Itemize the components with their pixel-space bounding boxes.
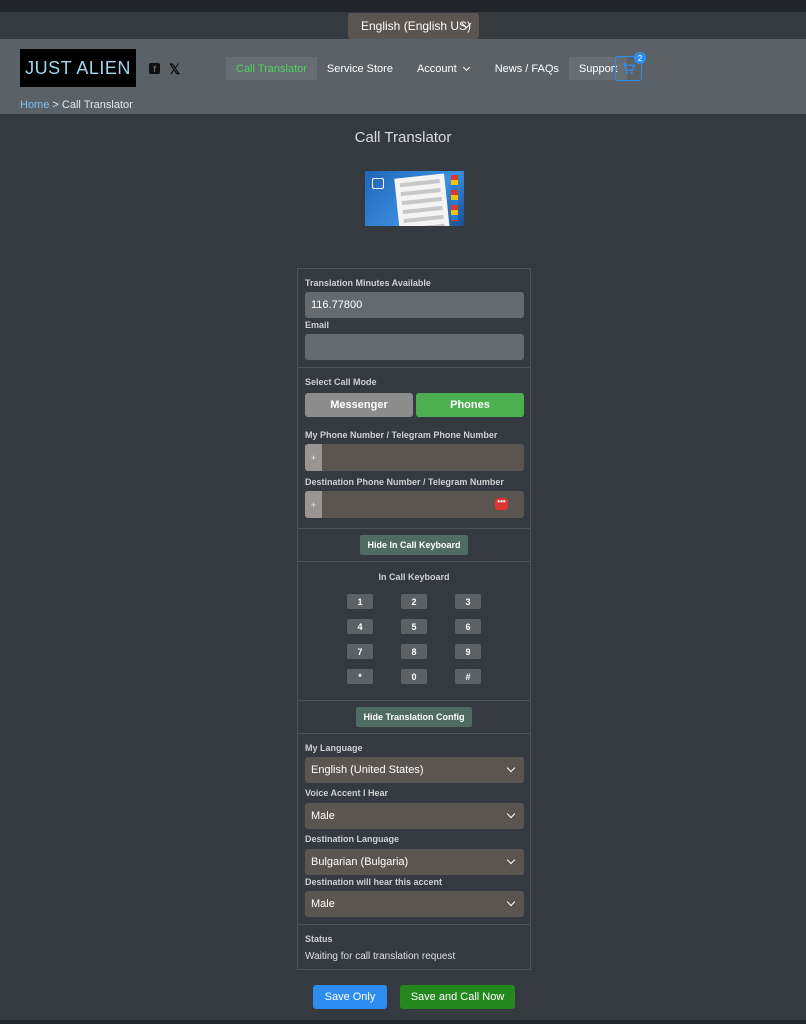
status-section: Status Waiting for call translation requ… — [298, 925, 530, 969]
breadcrumb: Home > Call Translator — [20, 99, 133, 111]
facebook-icon[interactable]: f — [149, 63, 160, 74]
key-9[interactable]: 9 — [455, 644, 481, 659]
nav-label: Account — [416, 62, 457, 75]
my-language-label: My Language — [305, 743, 363, 753]
nav-call-translator[interactable]: Call Translator — [226, 57, 317, 80]
dest-language-value: Bulgarian (Bulgaria) — [311, 856, 409, 868]
call-mode-section: Select Call Mode Messenger Phones My Pho… — [298, 368, 530, 529]
config-toggle-section: Hide Translation Config — [298, 701, 530, 734]
x-twitter-icon[interactable]: 𝕏 — [169, 61, 180, 78]
breadcrumb-current: Call Translator — [61, 99, 133, 111]
nav-label: Service Store — [326, 62, 393, 75]
chevron-down-icon — [506, 763, 516, 773]
key-4[interactable]: 4 — [347, 619, 373, 634]
key-7[interactable]: 7 — [347, 644, 373, 659]
nav-label: News / FAQs — [494, 62, 559, 75]
key-6[interactable]: 6 — [455, 619, 481, 634]
my-language-value: English (United States) — [311, 764, 424, 776]
save-only-button[interactable]: Save Only — [313, 985, 387, 1009]
translate-bubble-icon — [372, 178, 384, 189]
phone-prefix: + — [305, 444, 322, 471]
key-5[interactable]: 5 — [401, 619, 427, 634]
main-nav: Call Translator Service Store Account Ne… — [226, 57, 628, 80]
cart-icon — [622, 62, 635, 74]
chevron-down-icon — [506, 897, 516, 907]
translation-config: My Language English (United States) Voic… — [298, 734, 530, 925]
email-field[interactable] — [305, 334, 524, 360]
site-logo[interactable]: JUST ALIEN — [20, 49, 136, 87]
illustration-card — [394, 173, 450, 226]
phone-prefix: + — [305, 491, 322, 518]
dest-phone-input[interactable]: + ••• — [305, 491, 524, 518]
my-phone-label: My Phone Number / Telegram Phone Number — [305, 430, 498, 440]
dest-phone-label: Destination Phone Number / Telegram Numb… — [305, 477, 504, 487]
keyboard-title: In Call Keyboard — [378, 572, 450, 582]
breadcrumb-separator: > — [52, 99, 59, 111]
bottom-strip — [0, 1020, 806, 1024]
voice-accent-label: Voice Accent I Hear — [305, 788, 389, 798]
chevron-down-icon — [462, 63, 470, 71]
key-star[interactable]: * — [347, 669, 373, 684]
chevron-down-icon — [506, 809, 516, 819]
keyboard-toggle-section: Hide In Call Keyboard — [298, 529, 530, 562]
status-label: Status — [305, 934, 333, 944]
dest-accent-value: Male — [311, 898, 335, 910]
flags-strip — [451, 175, 458, 221]
top-strip — [0, 0, 806, 12]
dest-language-select[interactable]: Bulgarian (Bulgaria) — [305, 849, 524, 875]
hide-config-button[interactable]: Hide Translation Config — [356, 707, 472, 727]
key-3[interactable]: 3 — [455, 594, 481, 609]
nav-label: Call Translator — [236, 62, 307, 75]
call-translator-form: Translation Minutes Available 116.77800 … — [297, 268, 531, 970]
minutes-label: Translation Minutes Available — [305, 278, 431, 288]
email-label: Email — [305, 320, 330, 330]
key-2[interactable]: 2 — [401, 594, 427, 609]
key-0[interactable]: 0 — [401, 669, 427, 684]
chevron-down-icon — [506, 855, 516, 865]
dest-accent-select[interactable]: Male — [305, 891, 524, 917]
dest-accent-label: Destination will hear this accent — [305, 877, 443, 887]
voice-accent-value: Male — [311, 810, 335, 822]
minutes-field[interactable]: 116.77800 — [305, 292, 524, 318]
voice-accent-select[interactable]: Male — [305, 803, 524, 829]
site-language-select[interactable]: English (English US) — [348, 13, 479, 39]
my-language-select[interactable]: English (United States) — [305, 757, 524, 783]
nav-service-store[interactable]: Service Store — [317, 57, 403, 80]
my-phone-input[interactable]: + — [305, 444, 524, 471]
hide-keyboard-button[interactable]: Hide In Call Keyboard — [360, 535, 468, 555]
in-call-keyboard: In Call Keyboard 1 2 3 4 5 6 7 8 9 * 0 # — [298, 562, 530, 701]
key-1[interactable]: 1 — [347, 594, 373, 609]
cart-button[interactable]: 2 — [615, 52, 646, 81]
messenger-mode-button[interactable]: Messenger — [305, 393, 413, 417]
key-8[interactable]: 8 — [401, 644, 427, 659]
cart-count-badge: 2 — [634, 52, 646, 64]
phones-mode-button[interactable]: Phones — [416, 393, 524, 417]
key-hash[interactable]: # — [455, 669, 481, 684]
dest-language-label: Destination Language — [305, 834, 400, 844]
nav-label: Support — [578, 62, 618, 75]
password-manager-icon[interactable]: ••• — [495, 498, 508, 510]
site-header: JUST ALIEN f 𝕏 Call Translator Service S… — [0, 39, 806, 114]
save-and-call-button[interactable]: Save and Call Now — [400, 985, 515, 1009]
nav-news-faqs[interactable]: News / FAQs — [479, 57, 569, 80]
site-language-value: English (English US) — [361, 19, 472, 33]
page-title: Call Translator — [354, 129, 452, 146]
breadcrumb-home-link[interactable]: Home — [20, 99, 49, 111]
call-translator-illustration — [365, 171, 464, 226]
account-section: Translation Minutes Available 116.77800 … — [298, 269, 530, 368]
nav-account[interactable]: Account — [403, 57, 479, 80]
status-value: Waiting for call translation request — [305, 951, 456, 962]
call-mode-label: Select Call Mode — [305, 377, 377, 387]
